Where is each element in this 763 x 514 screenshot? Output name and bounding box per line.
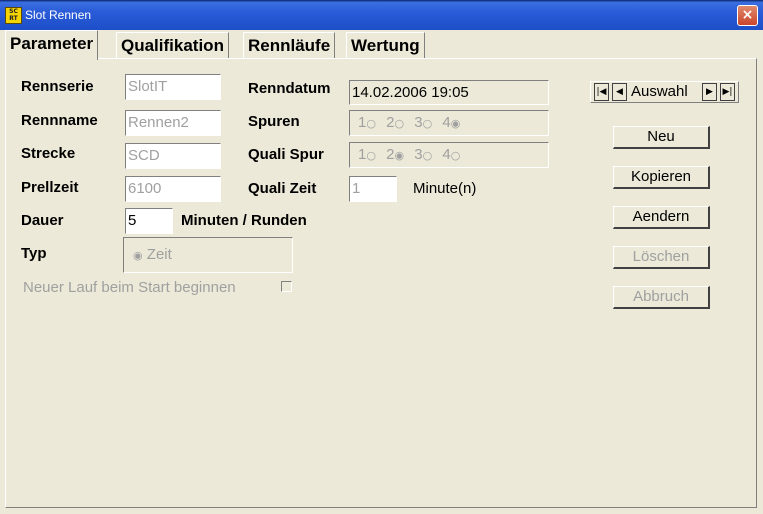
abbruch-button: Abbruch xyxy=(613,286,710,309)
typ-radio-group: ◉ Zeit xyxy=(123,237,293,273)
close-button[interactable]: × xyxy=(737,5,758,26)
strecke-field: SCD xyxy=(125,143,221,169)
rennname-label: Rennname xyxy=(21,112,98,129)
spuren-option-4: 4◉ xyxy=(442,114,461,131)
dauer-label: Dauer xyxy=(21,212,64,229)
window-title: Slot Rennen xyxy=(25,8,92,22)
renndatum-field: 14.02.2006 19:05 xyxy=(349,80,549,105)
prellzeit-label: Prellzeit xyxy=(21,179,79,196)
tab-parameter[interactable]: Parameter xyxy=(5,30,99,60)
main-window: SC RT Slot Rennen × Parameter Qualifikati… xyxy=(0,0,763,514)
aendern-button[interactable]: Aendern xyxy=(613,206,710,229)
strecke-label: Strecke xyxy=(21,145,76,162)
typ-option-zeit: Zeit xyxy=(146,246,172,263)
kopieren-button[interactable]: Kopieren xyxy=(613,166,710,189)
dauer-unit: Minuten / Runden xyxy=(181,212,307,229)
neu-button[interactable]: Neu xyxy=(613,126,710,149)
quali-zeit-unit: Minute(n) xyxy=(413,180,477,197)
quali-spur-option-4: 4○ xyxy=(442,146,461,163)
loeschen-button: Löschen xyxy=(613,246,710,269)
app-icon: SC RT xyxy=(5,7,22,24)
quali-spur-label: Quali Spur xyxy=(248,146,324,163)
quali-spur-option-1: 1○ xyxy=(358,146,376,163)
rennserie-field: SlotIT xyxy=(125,74,221,100)
spuren-radio-group: 1○ 2○ 3○ 4◉ xyxy=(349,110,549,136)
prev-record-icon[interactable]: ◀ xyxy=(612,83,627,101)
rennname-field: Rennen2 xyxy=(125,110,221,136)
neuer-lauf-label: Neuer Lauf beim Start beginnen xyxy=(23,279,236,296)
first-record-icon[interactable]: |◀ xyxy=(594,83,609,101)
tab-rennlaeufe[interactable]: Rennläufe xyxy=(243,32,336,58)
spuren-label: Spuren xyxy=(248,113,300,130)
renndatum-label: Renndatum xyxy=(248,80,331,97)
spuren-option-2: 2○ xyxy=(386,114,405,131)
quali-spur-radio-group: 1○ 2◉ 3○ 4○ xyxy=(349,142,549,168)
dauer-input[interactable]: 5 xyxy=(125,208,173,234)
last-record-icon[interactable]: ▶| xyxy=(720,83,735,101)
quali-zeit-label: Quali Zeit xyxy=(248,180,317,197)
quali-zeit-field: 1 xyxy=(349,176,397,202)
neuer-lauf-checkbox xyxy=(281,281,292,292)
quali-spur-option-3: 3○ xyxy=(414,146,433,163)
prellzeit-field: 6100 xyxy=(125,176,221,202)
tab-wertung[interactable]: Wertung xyxy=(346,32,425,58)
spuren-option-3: 3○ xyxy=(414,114,433,131)
spuren-option-1: 1○ xyxy=(358,114,376,131)
title-bar[interactable]: SC RT Slot Rennen × xyxy=(0,0,763,30)
next-record-icon[interactable]: ▶ xyxy=(702,83,717,101)
typ-radio-icon: ◉ xyxy=(133,249,143,262)
rennserie-label: Rennserie xyxy=(21,78,94,95)
typ-label: Typ xyxy=(21,245,47,262)
record-navigator: |◀ ◀ Auswahl ▶ ▶| xyxy=(590,81,739,103)
quali-spur-option-2: 2◉ xyxy=(386,146,405,163)
tab-qualifikation[interactable]: Qualifikation xyxy=(116,32,229,58)
navigator-label: Auswahl xyxy=(631,83,688,100)
